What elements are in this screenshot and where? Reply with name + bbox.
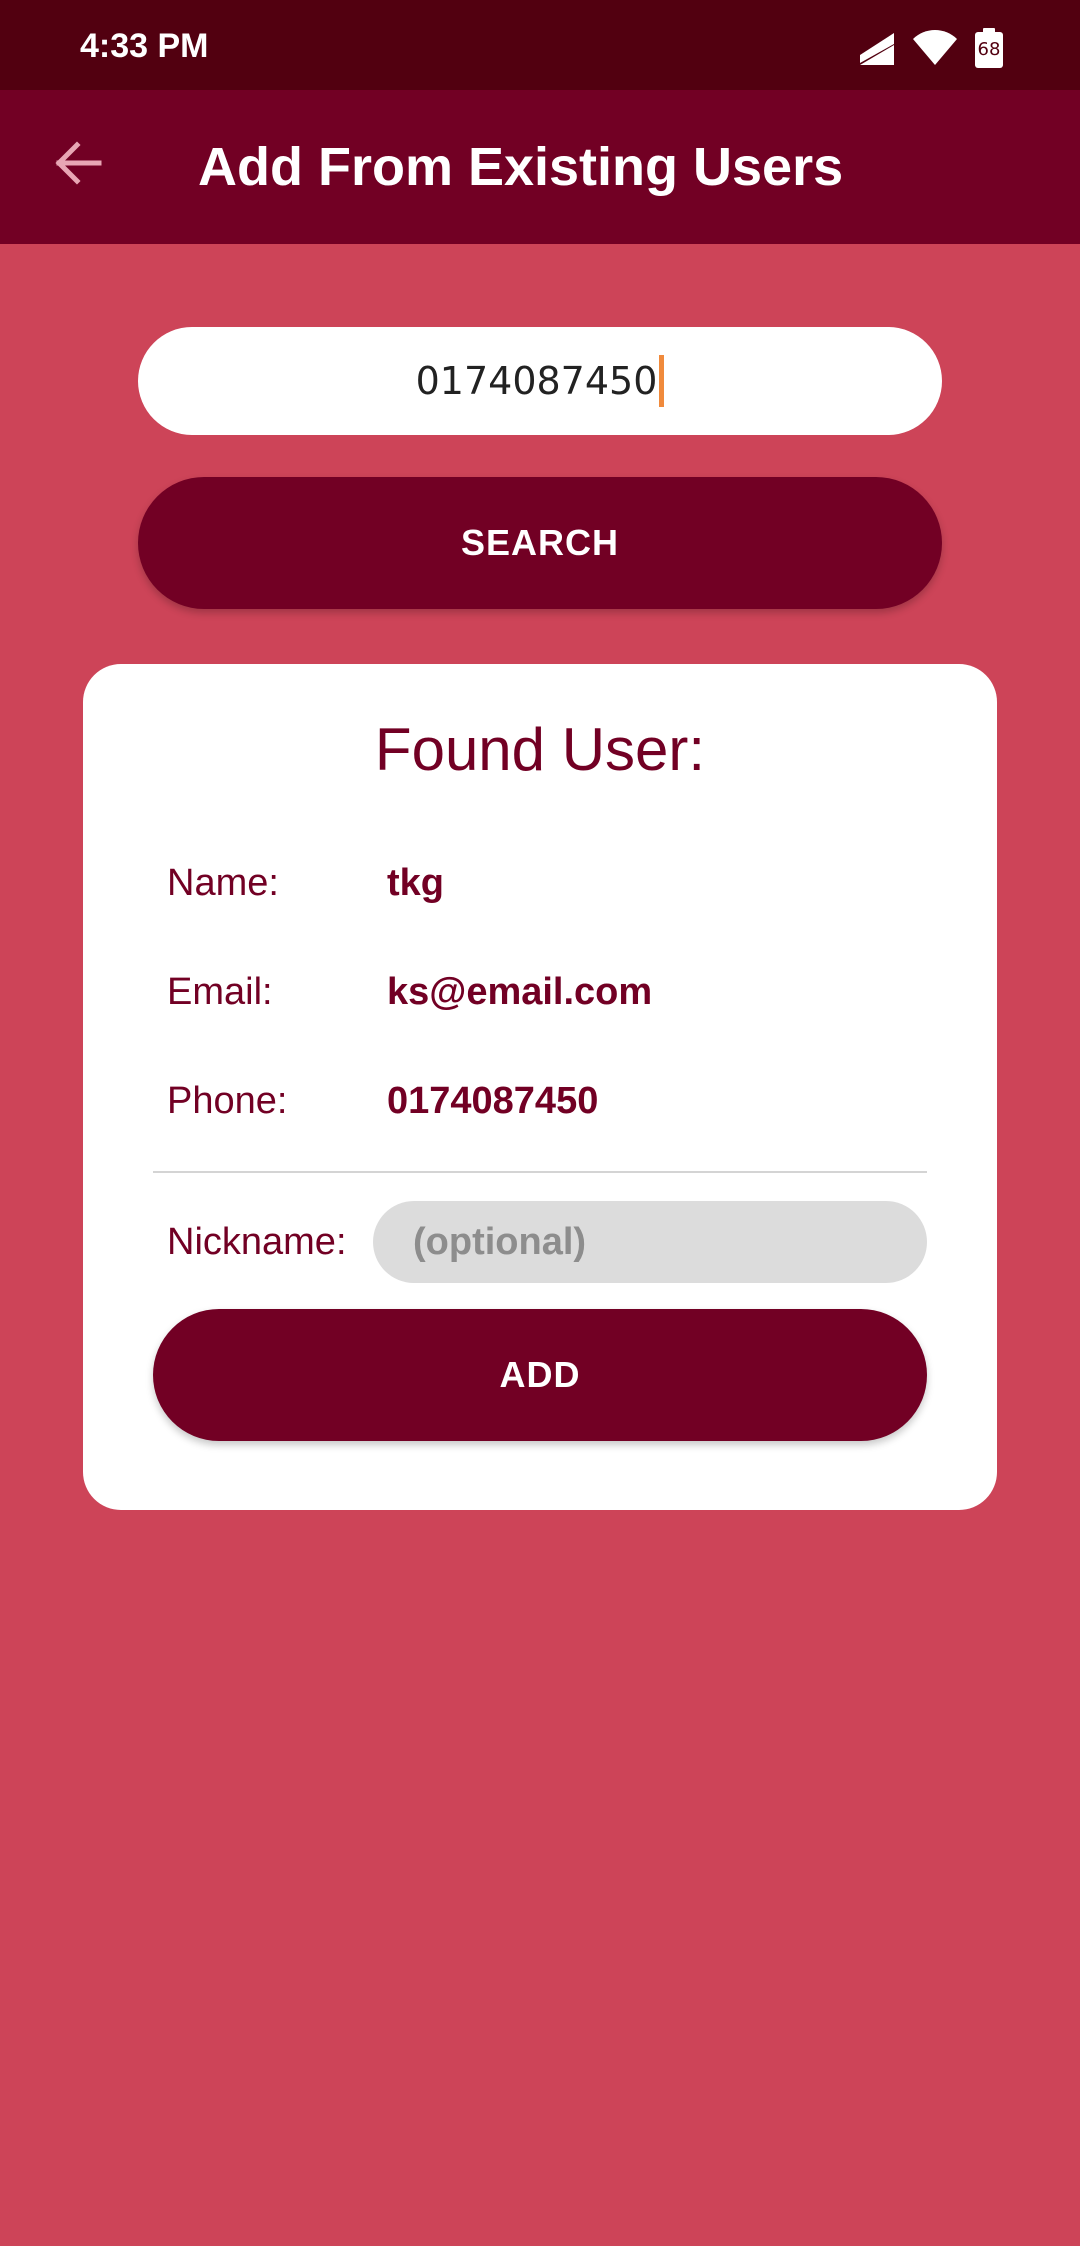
divider [153, 1171, 927, 1173]
wifi-icon [913, 30, 957, 65]
nickname-label: Nickname: [167, 1221, 347, 1263]
search-button[interactable]: SEARCH [138, 477, 942, 609]
nickname-input[interactable] [373, 1201, 927, 1283]
status-bar: 4:33 PM 68 [0, 0, 1080, 90]
phone-value: 0174087450 [387, 1080, 599, 1122]
card-title: Found User: [374, 716, 706, 783]
name-label: Name: [167, 862, 279, 904]
status-time: 4:33 PM [80, 27, 209, 65]
app-bar: Add From Existing Users [0, 90, 1080, 244]
phone-label: Phone: [167, 1080, 288, 1122]
found-user-card: Found User: Name: tkg Email: ks@email.co… [83, 664, 997, 1510]
status-icons: 68 [858, 26, 1004, 70]
email-label: Email: [167, 971, 273, 1013]
arrow-back-icon [55, 141, 102, 185]
name-value: tkg [387, 862, 444, 904]
page-title: Add From Existing Users [198, 137, 844, 197]
battery-icon: 68 [974, 28, 1004, 68]
search-input[interactable] [138, 327, 942, 435]
email-value: ks@email.com [387, 971, 653, 1013]
battery-level: 68 [977, 39, 1001, 60]
add-button[interactable]: ADD [153, 1309, 927, 1441]
signal-icon [860, 33, 894, 65]
back-button[interactable] [40, 125, 116, 201]
